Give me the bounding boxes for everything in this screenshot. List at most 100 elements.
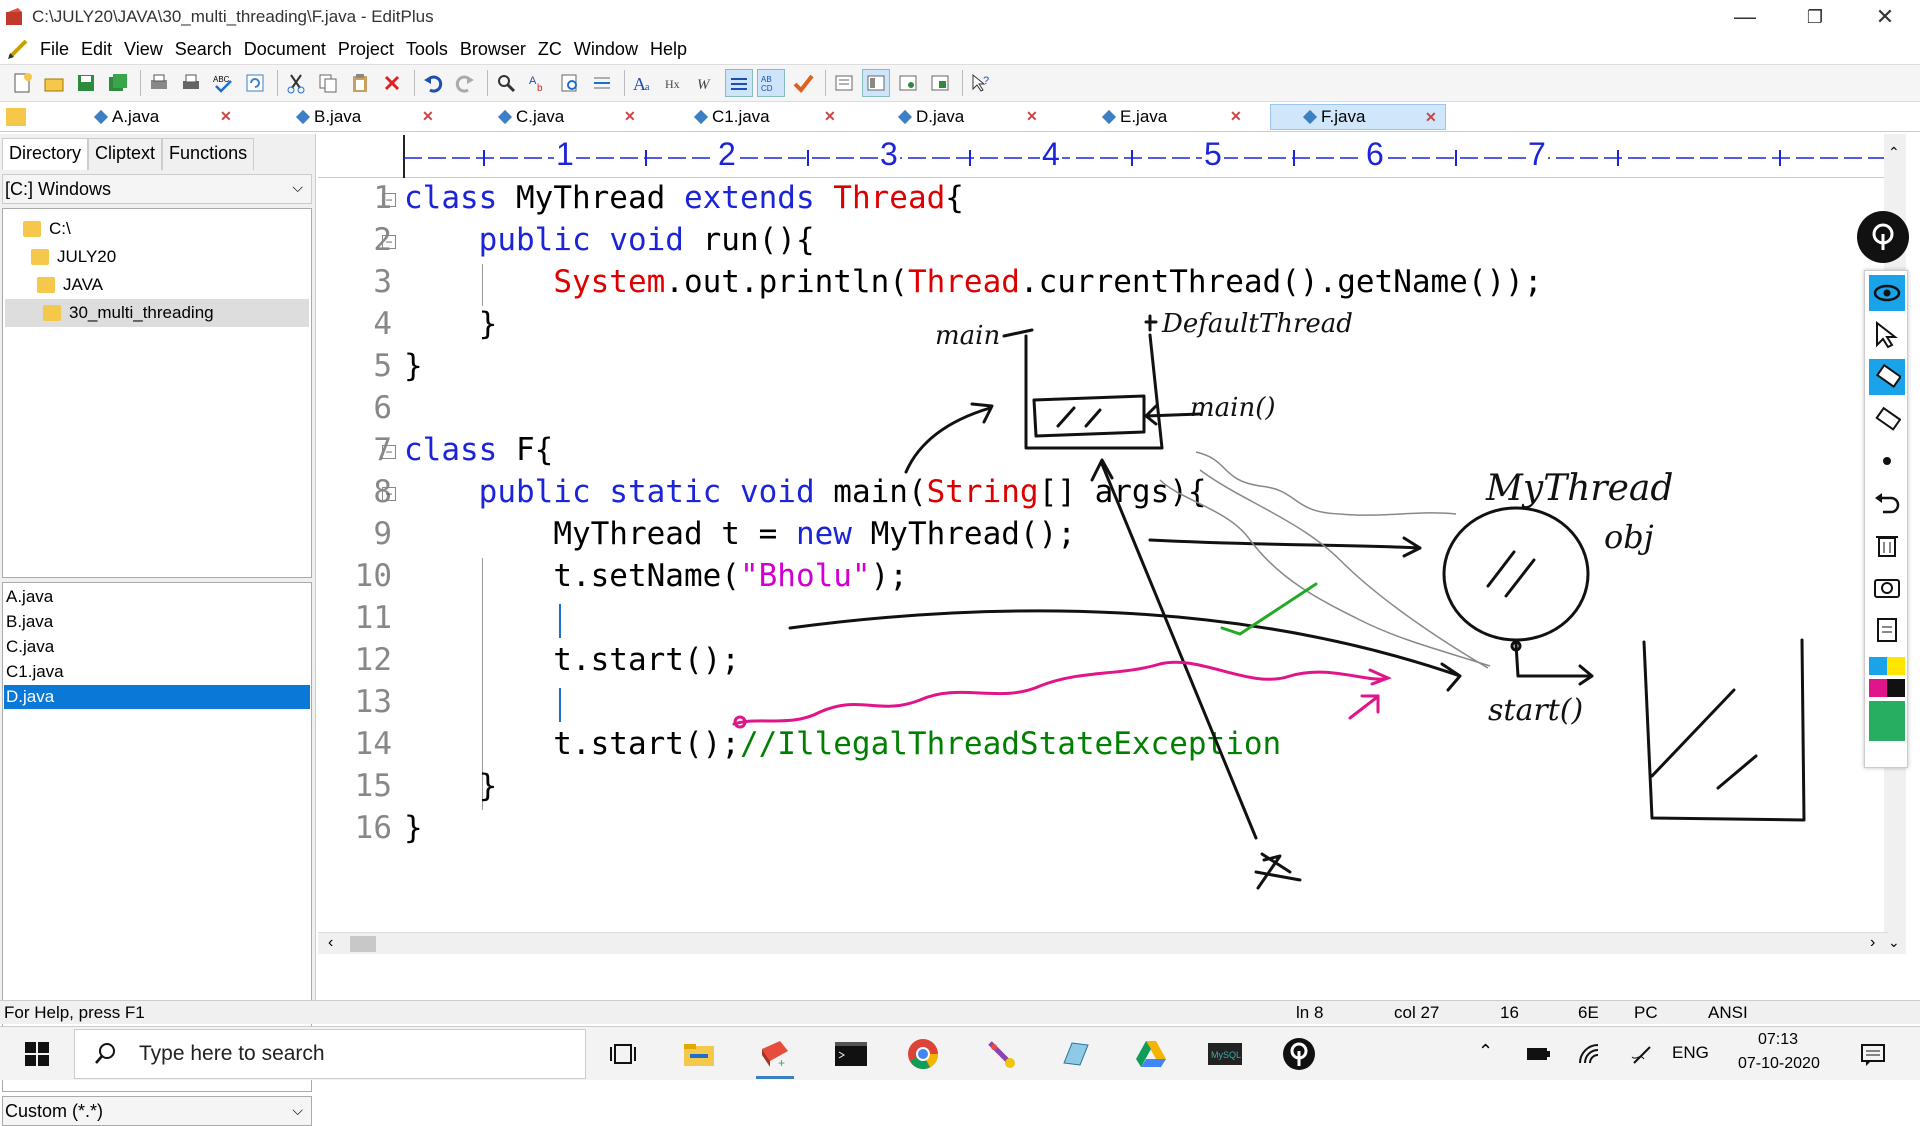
fold-collapse-icon[interactable]: − <box>382 445 396 459</box>
line-numbers-icon[interactable] <box>725 69 753 97</box>
find-icon[interactable] <box>492 69 520 97</box>
tab-functions[interactable]: Functions <box>162 138 255 170</box>
tab-close-icon[interactable]: ✕ <box>824 108 836 125</box>
delete-icon[interactable] <box>378 69 406 97</box>
camera-icon[interactable] <box>1869 569 1905 605</box>
language-indicator[interactable]: ENG <box>1672 1043 1709 1063</box>
scroll-left-icon[interactable]: ‹ <box>328 934 333 952</box>
color-swatch-yellow[interactable] <box>1887 657 1905 675</box>
font-icon[interactable]: Aa <box>629 69 657 97</box>
scroll-right-icon[interactable]: › <box>1870 934 1875 952</box>
chevron-up-icon[interactable]: ⌃ <box>1478 1041 1493 1062</box>
scroll-up-icon[interactable]: ⌃ <box>1888 144 1900 161</box>
full-screen-icon[interactable] <box>926 69 954 97</box>
tree-item-c-root[interactable]: C:\ <box>23 215 71 243</box>
tab-close-icon[interactable]: ✕ <box>624 108 636 125</box>
undo-icon[interactable] <box>419 69 447 97</box>
eraser-icon[interactable] <box>1869 401 1905 437</box>
replace-icon[interactable]: Ab <box>524 69 552 97</box>
tab-cliptext[interactable]: Cliptext <box>88 138 163 170</box>
whiteboard-app-icon[interactable] <box>1056 1035 1094 1073</box>
clock-time[interactable]: 07:13 <box>1758 1031 1798 1049</box>
mysql-icon[interactable]: MySQL <box>1206 1035 1244 1073</box>
hex-icon[interactable]: Hx <box>661 69 689 97</box>
save-icon[interactable] <box>72 69 100 97</box>
menu-file[interactable]: File <box>40 39 69 60</box>
help-pointer-icon[interactable]: ? <box>967 69 995 97</box>
file-filter-select[interactable]: Custom (*.*) ⌵ <box>2 1096 312 1126</box>
fold-collapse-icon[interactable]: − <box>382 487 396 501</box>
menu-window[interactable]: Window <box>574 39 638 60</box>
tab-c1-java[interactable]: C1.java ✕ <box>693 104 842 130</box>
menu-project[interactable]: Project <box>338 39 394 60</box>
pen-tool-logo-icon[interactable] <box>1857 211 1909 263</box>
print-icon[interactable] <box>177 69 205 97</box>
open-tabs-folder-icon[interactable] <box>6 108 26 126</box>
menu-zc[interactable]: ZC <box>538 39 562 60</box>
terminal-icon[interactable] <box>832 1035 870 1073</box>
cursor-icon[interactable] <box>1869 317 1905 353</box>
cliptext-window-icon[interactable] <box>830 69 858 97</box>
code-editor[interactable]: 1 2 3 4 5 6 7 1 2 3 4 5 6 7 8 9 10 11 12… <box>318 134 1906 954</box>
checkmark-icon[interactable] <box>789 69 817 97</box>
code-area[interactable]: class MyThread extends Thread{ public vo… <box>404 180 1884 940</box>
color-swatch-green[interactable] <box>1869 701 1905 741</box>
refresh-icon[interactable] <box>241 69 269 97</box>
drive-selector[interactable]: [C:] Windows ⌵ <box>2 174 312 204</box>
tab-close-icon[interactable]: ✕ <box>1425 109 1437 126</box>
open-folder-icon[interactable] <box>40 69 68 97</box>
tree-item-30-multi-threading[interactable]: 30_multi_threading <box>5 299 309 327</box>
menu-view[interactable]: View <box>124 39 163 60</box>
cut-icon[interactable] <box>282 69 310 97</box>
dot-size-icon[interactable] <box>1869 443 1905 479</box>
find-in-files-icon[interactable] <box>556 69 584 97</box>
tab-c-java[interactable]: C.java ✕ <box>497 104 642 130</box>
tab-a-java[interactable]: A.java ✕ <box>93 104 238 130</box>
restore-button[interactable]: ❐ <box>1780 0 1850 34</box>
clipboard-icon[interactable] <box>1869 611 1905 647</box>
word-wrap-icon[interactable]: W <box>693 69 721 97</box>
color-swatch-pink[interactable] <box>1869 679 1887 697</box>
eye-icon[interactable] <box>1869 275 1905 311</box>
output-window-icon[interactable] <box>894 69 922 97</box>
pen-input-icon[interactable] <box>1630 1043 1654 1065</box>
minimize-button[interactable]: — <box>1710 0 1780 34</box>
menu-search[interactable]: Search <box>175 39 232 60</box>
close-button[interactable]: ✕ <box>1850 0 1920 34</box>
paste-icon[interactable] <box>346 69 374 97</box>
tab-d-java[interactable]: D.java ✕ <box>897 104 1044 130</box>
tab-b-java[interactable]: B.java ✕ <box>295 104 440 130</box>
copy-icon[interactable] <box>314 69 342 97</box>
pen-tool-taskbar-icon[interactable] <box>1280 1035 1318 1073</box>
spell-check-icon[interactable]: ABC <box>209 69 237 97</box>
color-swatch-black[interactable] <box>1887 679 1905 697</box>
tab-e-java[interactable]: E.java ✕ <box>1101 104 1248 130</box>
taskbar-search-box[interactable]: Type here to search <box>74 1029 586 1079</box>
file-explorer-icon[interactable] <box>680 1035 718 1073</box>
paint-tool-icon[interactable] <box>982 1035 1020 1073</box>
file-list-item[interactable]: C.java <box>4 635 310 659</box>
tab-close-icon[interactable]: ✕ <box>1026 108 1038 125</box>
file-list-item[interactable]: C1.java <box>4 660 310 684</box>
menu-help[interactable]: Help <box>650 39 687 60</box>
redo-icon[interactable] <box>451 69 479 97</box>
clock-date[interactable]: 07-10-2020 <box>1738 1055 1820 1073</box>
save-all-icon[interactable] <box>104 69 132 97</box>
editplus-taskbar-icon[interactable]: + <box>756 1035 794 1079</box>
chrome-icon[interactable] <box>904 1035 942 1073</box>
windows-start-icon[interactable] <box>18 1035 56 1073</box>
task-view-icon[interactable] <box>604 1035 642 1073</box>
horizontal-scrollbar[interactable]: ‹ › <box>318 932 1888 954</box>
scroll-down-icon[interactable]: ⌄ <box>1888 934 1900 951</box>
wifi-icon[interactable] <box>1578 1043 1602 1065</box>
google-drive-icon[interactable] <box>1132 1035 1170 1073</box>
undo-icon[interactable] <box>1869 485 1905 521</box>
menu-document[interactable]: Document <box>244 39 326 60</box>
battery-icon[interactable] <box>1526 1045 1550 1063</box>
tab-directory[interactable]: Directory <box>2 138 89 170</box>
directory-window-icon[interactable] <box>862 69 890 97</box>
menu-browser[interactable]: Browser <box>460 39 526 60</box>
menu-edit[interactable]: Edit <box>81 39 112 60</box>
file-list-item-selected[interactable]: D.java <box>4 685 310 709</box>
color-palette[interactable] <box>1869 657 1905 765</box>
